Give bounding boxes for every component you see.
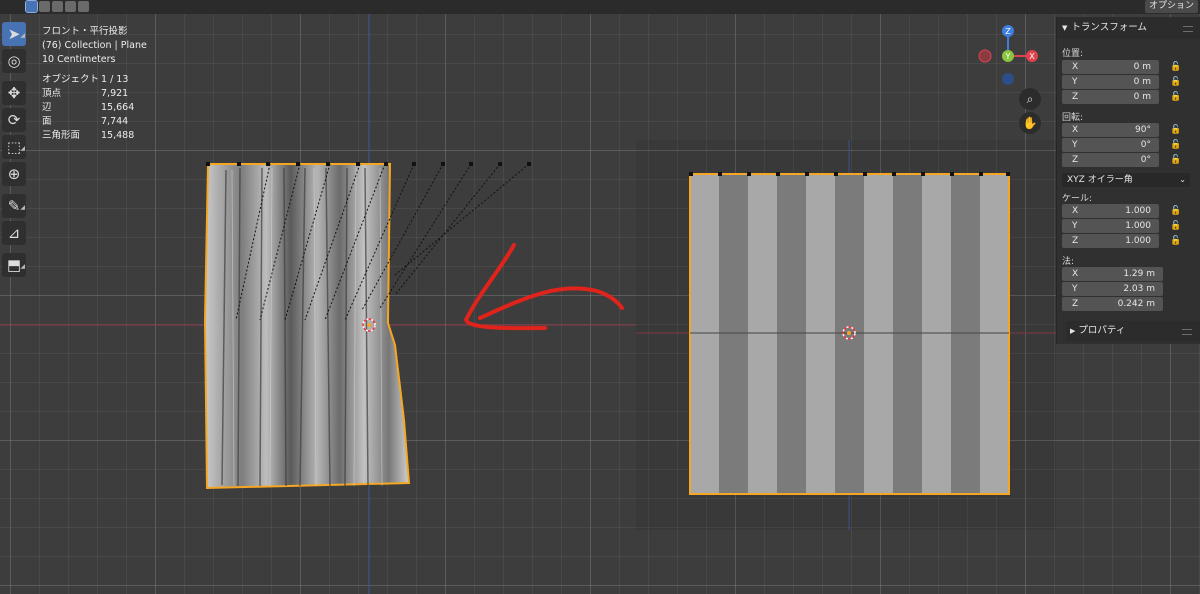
gizmo-z-label: Z xyxy=(1005,27,1011,36)
gizmo-y-label: Y xyxy=(1005,52,1011,61)
drag-handle-icon[interactable] xyxy=(1183,26,1193,32)
rotation-y-field[interactable]: Y 0° xyxy=(1062,138,1159,152)
transform-panel: ▼ トランスフォーム 位置: X0 m 🔓 Y0 m 🔓 Z0 m 🔓 回転: X… xyxy=(1056,17,1200,344)
gizmo-neg-z xyxy=(1002,73,1014,85)
lock-icon[interactable]: 🔓 xyxy=(1170,236,1181,247)
dimensions-x-field[interactable]: X 1.29 m xyxy=(1062,267,1163,281)
scale-x-field[interactable]: X 1.000 xyxy=(1062,204,1159,218)
lock-icon[interactable]: 🔓 xyxy=(1170,125,1181,136)
lock-icon[interactable]: 🔓 xyxy=(1170,221,1181,232)
gizmo-neg-x xyxy=(978,49,992,63)
scale-y-field[interactable]: Y 1.000 xyxy=(1062,219,1159,233)
dimensions-y-field[interactable]: Y 2.03 m xyxy=(1062,282,1163,296)
location-x-field[interactable]: X0 m xyxy=(1062,60,1159,74)
lock-icon[interactable]: 🔓 xyxy=(1170,140,1181,151)
collapse-triangle-icon: ▶ xyxy=(1070,327,1076,335)
dimensions-label: 法: xyxy=(1062,257,1075,267)
collapse-triangle-icon: ▼ xyxy=(1062,24,1068,32)
dimensions-z-field[interactable]: Z 0.242 m xyxy=(1062,297,1163,311)
properties-panel-header[interactable]: ▶ プロパティ xyxy=(1066,321,1200,341)
location-z-field[interactable]: Z0 m xyxy=(1062,90,1159,104)
transform-panel-header[interactable]: ▼ トランスフォーム xyxy=(1057,17,1200,39)
lock-icon[interactable]: 🔓 xyxy=(1170,62,1181,73)
lock-icon[interactable]: 🔓 xyxy=(1170,206,1181,217)
location-y-field[interactable]: Y0 m xyxy=(1062,75,1159,89)
scale-z-field[interactable]: Z 1.000 xyxy=(1062,234,1159,248)
rotation-x-field[interactable]: X 90° xyxy=(1062,123,1159,137)
zoom-icon[interactable]: ⌕ xyxy=(1019,88,1041,110)
location-label: 位置: xyxy=(1062,49,1084,59)
pan-hand-icon[interactable]: ✋ xyxy=(1019,112,1041,134)
rotation-mode-dropdown[interactable]: XYZ オイラー角 ⌄ xyxy=(1062,173,1190,187)
lock-icon[interactable]: 🔓 xyxy=(1170,155,1181,166)
chevron-down-icon: ⌄ xyxy=(1179,175,1186,184)
lock-icon[interactable]: 🔓 xyxy=(1170,92,1181,103)
drag-handle-icon[interactable] xyxy=(1182,329,1192,335)
navigation-gizmo[interactable]: Z X Y xyxy=(0,0,1200,594)
scale-label: ケール: xyxy=(1062,194,1093,204)
gizmo-x-label: X xyxy=(1029,52,1035,61)
rotation-label: 回転: xyxy=(1062,113,1084,123)
lock-icon[interactable]: 🔓 xyxy=(1170,77,1181,88)
rotation-z-field[interactable]: Z 0° xyxy=(1062,153,1159,167)
